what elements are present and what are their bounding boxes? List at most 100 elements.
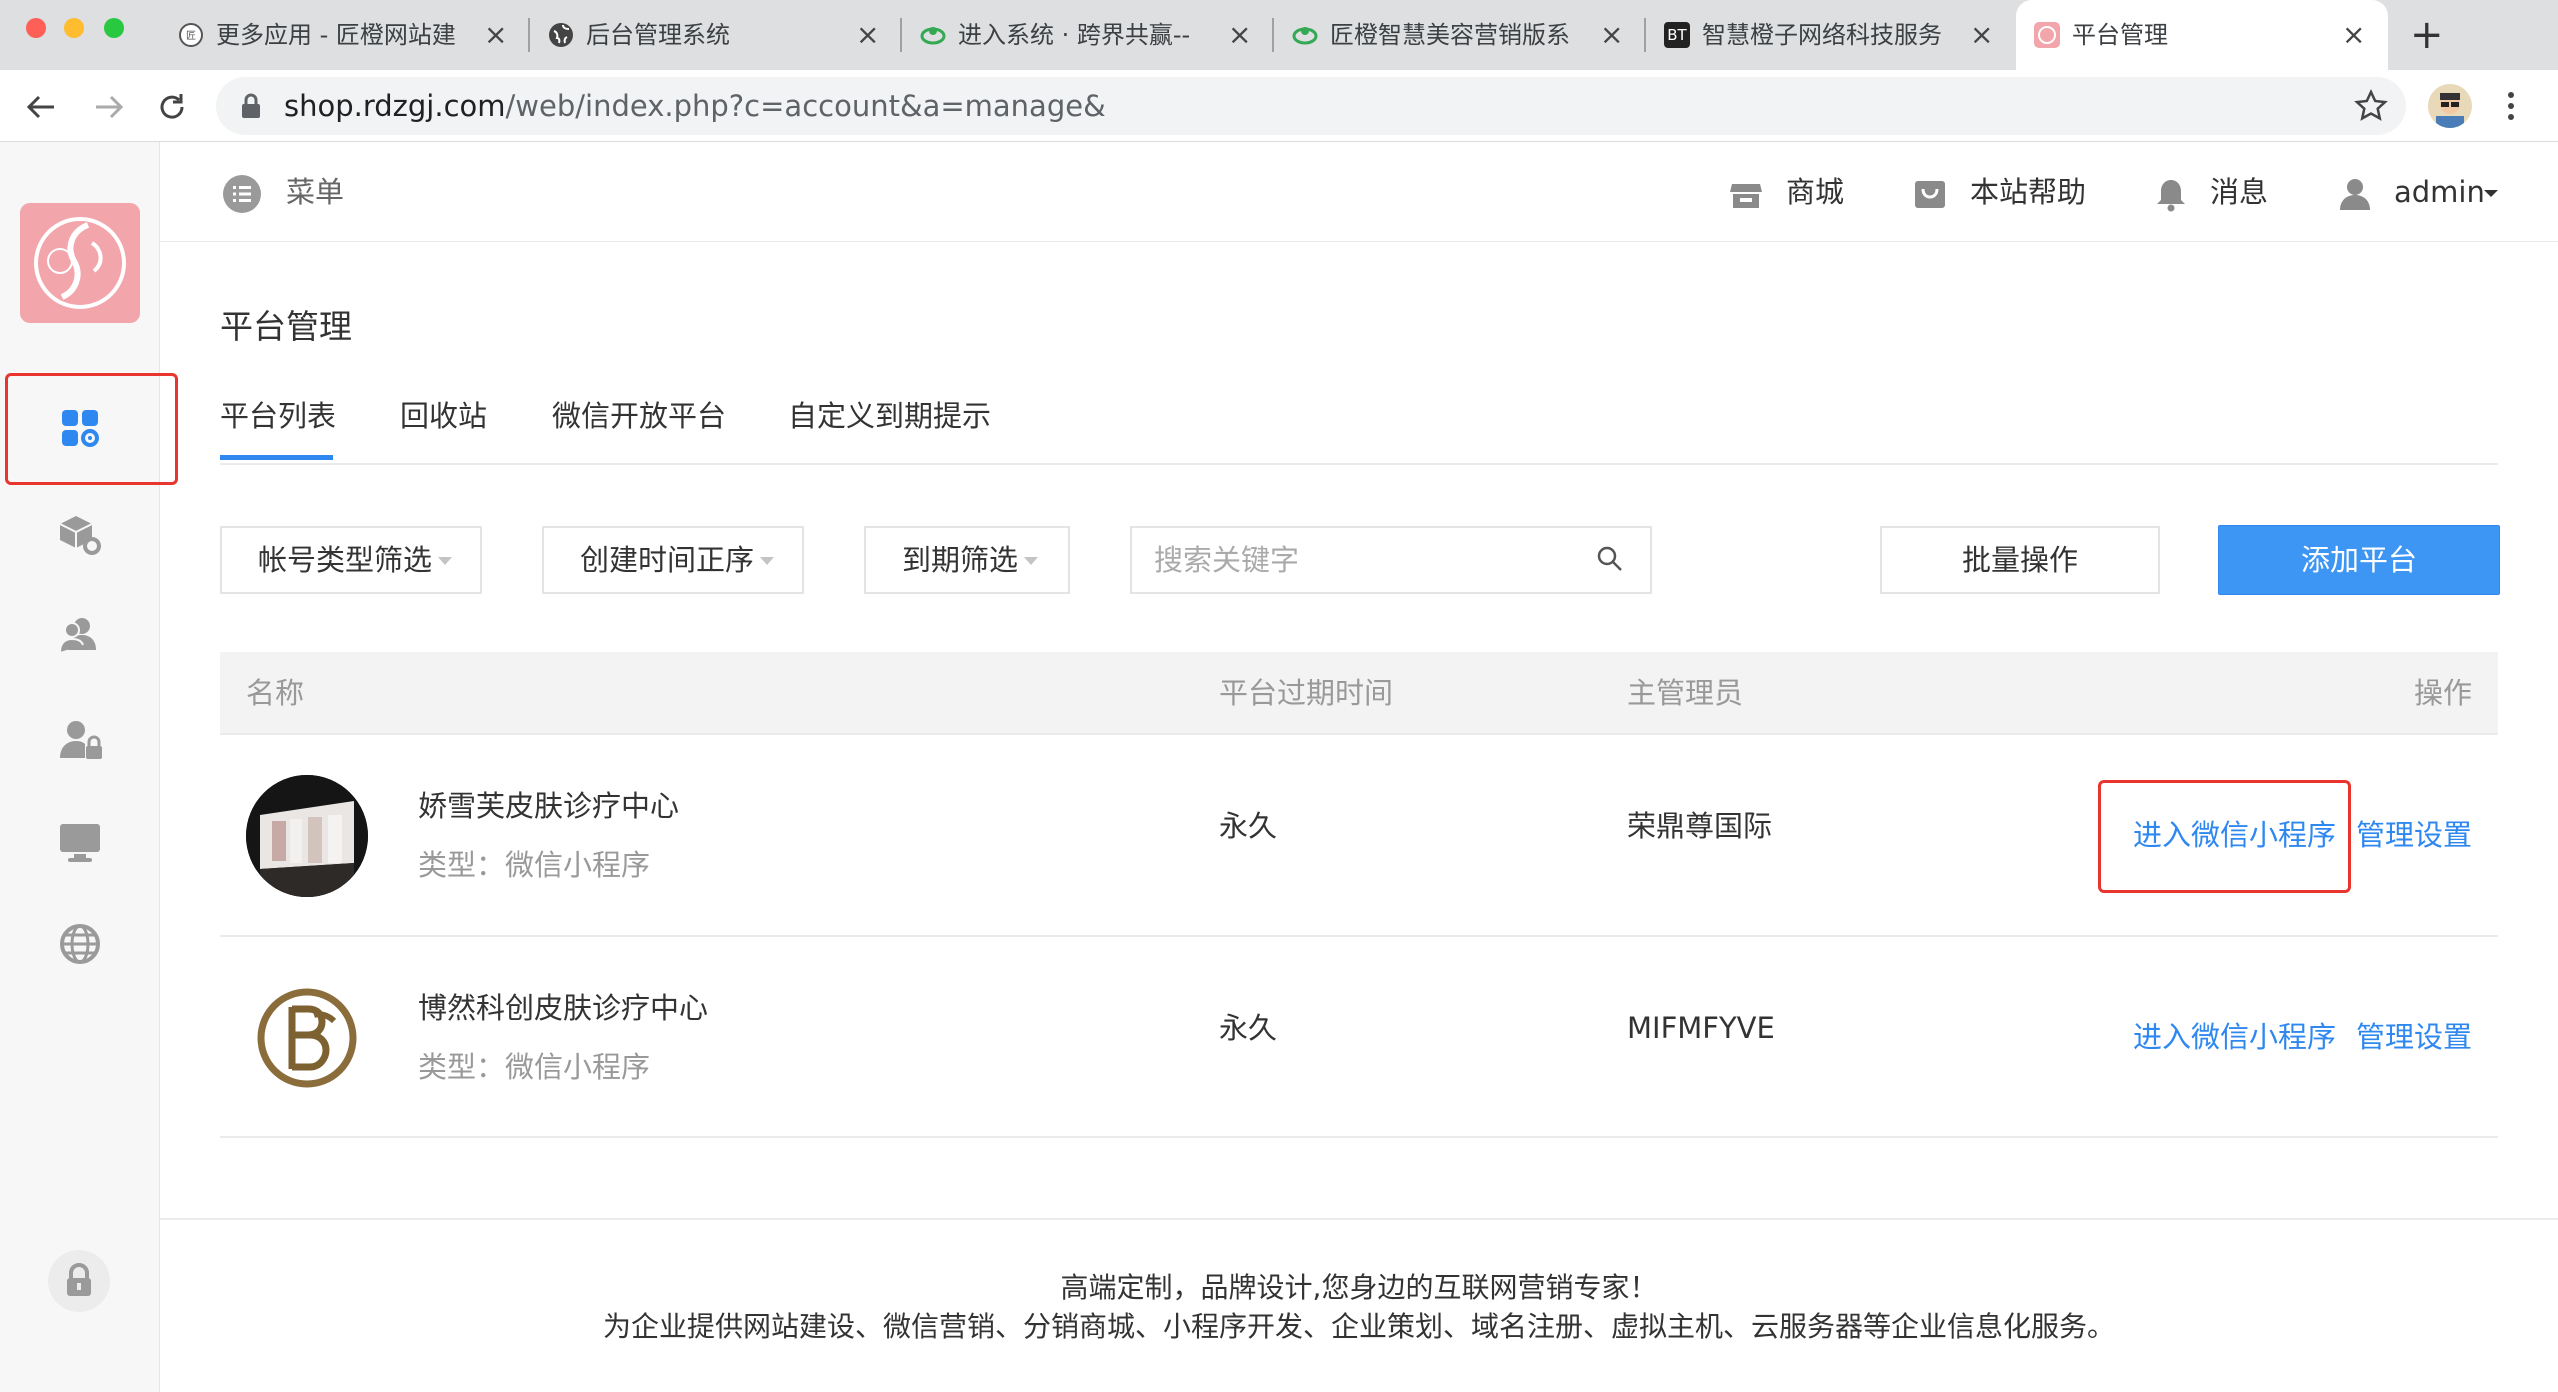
admin-value: 荣鼎尊国际 <box>1627 809 1773 843</box>
chevron-down-icon <box>1024 557 1038 565</box>
browser-tab[interactable]: 进入系统 · 跨界共赢-- × <box>902 0 1274 70</box>
brand-logo[interactable] <box>20 203 140 323</box>
leaf-favicon-icon <box>920 22 946 48</box>
tab-title: 后台管理系统 <box>586 21 730 49</box>
menu-label[interactable]: 菜单 <box>286 142 344 242</box>
tab-custom-expire-notice[interactable]: 自定义到期提示 <box>788 388 991 444</box>
platform-apps-icon[interactable] <box>52 400 108 456</box>
manage-settings-link[interactable]: 管理设置 <box>2356 1017 2472 1057</box>
close-window-button[interactable] <box>26 18 46 38</box>
module-settings-icon[interactable] <box>52 506 108 562</box>
chevron-down-icon <box>760 557 774 565</box>
tab-close-icon[interactable]: × <box>856 0 879 70</box>
tab-close-icon[interactable]: × <box>484 0 507 70</box>
footer-divider <box>160 1218 2558 1220</box>
page-title: 平台管理 <box>220 307 352 346</box>
tab-title: 更多应用 - 匠橙网站建 <box>216 21 456 49</box>
account-type-filter[interactable]: 帐号类型筛选 <box>220 526 482 594</box>
user-icon[interactable] <box>2338 176 2372 212</box>
shop-link[interactable]: 商城 <box>1786 142 1844 242</box>
more-options-icon[interactable] <box>2504 88 2518 124</box>
lock-icon[interactable] <box>240 93 262 119</box>
tab-close-icon[interactable]: × <box>1600 0 1623 70</box>
monitor-icon[interactable] <box>52 814 108 870</box>
url-text[interactable]: shop.rdzgj.com/web/index.php?c=account&a… <box>284 77 1106 135</box>
expire-filter-label: 到期筛选 <box>902 543 1019 577</box>
search-icon[interactable] <box>1596 545 1624 573</box>
search-placeholder: 搜索关键字 <box>1154 543 1300 577</box>
chevron-down-icon <box>438 557 452 565</box>
column-header-actions: 操作 <box>2414 676 2473 710</box>
chevron-down-icon[interactable] <box>2484 190 2498 197</box>
batch-operation-button[interactable]: 批量操作 <box>1880 526 2160 594</box>
app-top-bar <box>160 142 2558 242</box>
tab-wechat-open-platform[interactable]: 微信开放平台 <box>552 388 726 444</box>
user-permission-icon[interactable] <box>52 712 108 768</box>
url-host: shop.rdzgj.com <box>284 89 506 123</box>
column-header-admin: 主管理员 <box>1627 676 1744 710</box>
platform-type: 类型：微信小程序 <box>418 848 651 882</box>
app-logo-favicon-icon <box>2034 22 2060 48</box>
browser-tab[interactable]: 后台管理系统 × <box>530 0 902 70</box>
footer-slogan: 高端定制，品牌设计,您身边的互联网营销专家！ <box>1060 1271 1658 1304</box>
platform-type: 类型：微信小程序 <box>418 1050 651 1084</box>
create-time-sort-label: 创建时间正序 <box>580 543 755 577</box>
account-type-filter-label: 帐号类型筛选 <box>258 543 433 577</box>
new-tab-button[interactable]: + <box>2410 0 2444 70</box>
tab-title: 匠橙智慧美容营销版系 <box>1330 21 1570 49</box>
profile-avatar-icon[interactable] <box>2428 84 2472 128</box>
tab-close-icon[interactable]: × <box>1228 0 1251 70</box>
help-bag-icon[interactable] <box>1912 176 1948 212</box>
tab-title: 进入系统 · 跨界共赢-- <box>958 21 1191 49</box>
menu-icon[interactable] <box>222 174 262 214</box>
user-menu[interactable]: admin <box>2394 142 2485 242</box>
column-header-name: 名称 <box>246 676 305 710</box>
browser-tab[interactable]: 匠橙智慧美容营销版系 × <box>1274 0 1646 70</box>
reload-icon[interactable] <box>154 89 190 125</box>
tab-title: 平台管理 <box>2072 21 2168 49</box>
svg-text:匠: 匠 <box>186 30 196 42</box>
footer-services: 为企业提供网站建设、微信营销、分销商城、小程序开发、企业策划、域名注册、虚拟主机… <box>602 1310 2115 1343</box>
tab-close-icon[interactable]: × <box>1970 0 1993 70</box>
browser-tab[interactable]: 匠 更多应用 - 匠橙网站建 × <box>160 0 530 70</box>
platform-name: 娇雪芙皮肤诊疗中心 <box>418 789 680 823</box>
leaf-favicon-icon <box>1292 22 1318 48</box>
maximize-window-button[interactable] <box>104 18 124 38</box>
store-icon[interactable] <box>1728 176 1764 212</box>
platform-name: 博然科创皮肤诊疗中心 <box>418 991 709 1025</box>
help-link[interactable]: 本站帮助 <box>1970 142 2086 242</box>
expire-filter[interactable]: 到期筛选 <box>864 526 1070 594</box>
platform-avatar[interactable] <box>246 977 368 1099</box>
enter-miniprogram-link[interactable]: 进入微信小程序 <box>2133 1017 2336 1057</box>
bell-icon[interactable] <box>2154 176 2188 212</box>
tab-platform-list[interactable]: 平台列表 <box>220 388 336 444</box>
minimize-window-button[interactable] <box>64 18 84 38</box>
forward-icon[interactable] <box>92 90 126 124</box>
tab-title: 智慧橙子网络科技服务 <box>1702 21 1942 49</box>
bookmark-star-icon[interactable] <box>2354 89 2388 123</box>
globe-favicon-icon <box>548 22 574 48</box>
row-divider <box>220 1136 2498 1138</box>
globe-icon[interactable] <box>52 916 108 972</box>
expire-value: 永久 <box>1219 809 1278 843</box>
bt-favicon-icon: BT <box>1664 22 1690 48</box>
users-icon[interactable] <box>52 608 108 664</box>
app-favicon-icon: 匠 <box>178 22 204 48</box>
add-platform-button[interactable]: 添加平台 <box>2218 525 2500 595</box>
column-header-expire: 平台过期时间 <box>1219 676 1394 710</box>
browser-tab-active[interactable]: 平台管理 × <box>2016 0 2388 70</box>
back-icon[interactable] <box>24 90 58 124</box>
platform-avatar[interactable] <box>246 775 368 897</box>
enter-miniprogram-link[interactable]: 进入微信小程序 <box>2133 815 2336 855</box>
messages-link[interactable]: 消息 <box>2210 142 2268 242</box>
row-divider <box>220 733 2498 735</box>
tab-recycle-bin[interactable]: 回收站 <box>400 388 487 444</box>
create-time-sort[interactable]: 创建时间正序 <box>542 526 804 594</box>
row-divider <box>220 935 2498 937</box>
tabs-divider <box>220 463 2498 465</box>
browser-tab[interactable]: BT 智慧橙子网络科技服务 × <box>1646 0 2016 70</box>
manage-settings-link[interactable]: 管理设置 <box>2356 815 2472 855</box>
lock-screen-button[interactable] <box>48 1250 110 1312</box>
active-tab-indicator <box>220 455 333 460</box>
tab-close-icon[interactable]: × <box>2342 0 2365 70</box>
